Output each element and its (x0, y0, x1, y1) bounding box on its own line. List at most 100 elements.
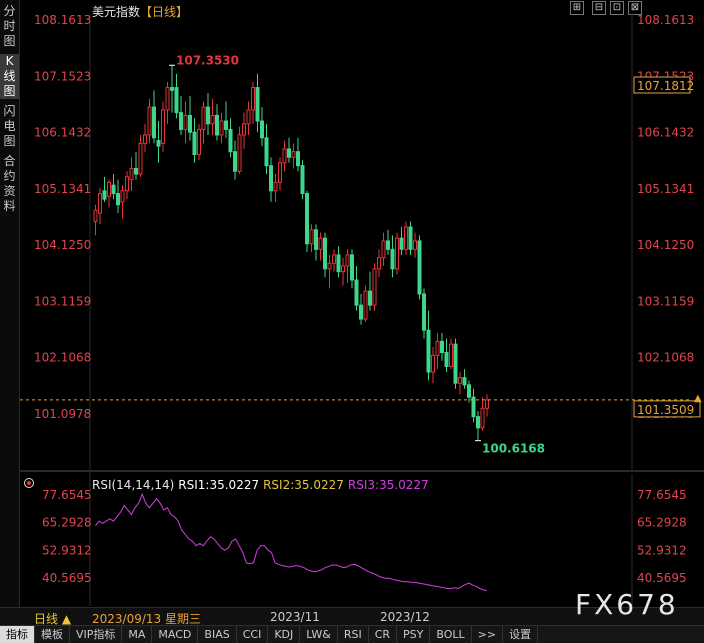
candle-body (305, 193, 309, 245)
tab-cr[interactable]: CR (369, 626, 398, 643)
candle-body (134, 167, 138, 175)
candle (219, 112, 224, 144)
tab-vip-indicators[interactable]: VIP指标 (70, 626, 123, 643)
candle (183, 101, 188, 144)
candle (134, 151, 138, 180)
candle-body (224, 120, 228, 130)
candle-body (278, 162, 282, 183)
candle (431, 346, 435, 384)
candle-body (179, 112, 183, 130)
candle (318, 232, 323, 261)
y-tick-label: 103.1159 (34, 294, 91, 308)
y-tick-label: 102.1068 (637, 351, 694, 365)
tab-bias[interactable]: BIAS (198, 626, 237, 643)
candle-body (188, 114, 192, 133)
tab-macd[interactable]: MACD (152, 626, 199, 643)
y-tick-label: 104.1250 (637, 238, 694, 252)
candle (350, 249, 354, 289)
candle-body (426, 329, 431, 373)
candle-body (233, 151, 237, 172)
candle-body (143, 134, 147, 144)
candle (165, 81, 170, 124)
candle-body (237, 134, 242, 172)
candle-body (192, 131, 197, 156)
candle (233, 140, 237, 180)
candle (188, 95, 192, 141)
candle (467, 380, 471, 403)
y-tick-label: 104.1250 (34, 238, 91, 252)
candle-body (264, 137, 269, 167)
candle-body (197, 128, 201, 156)
tab-lw[interactable]: LW& (300, 626, 338, 643)
indicator-settings-icon[interactable] (24, 478, 34, 488)
candle (422, 288, 426, 339)
candle (228, 118, 233, 158)
tab-rsi[interactable]: RSI (338, 626, 369, 643)
candle-body (296, 151, 300, 167)
candle-body (395, 237, 399, 270)
tab-psy[interactable]: PSY (397, 626, 431, 643)
candle-body (350, 254, 354, 281)
candle (336, 246, 341, 278)
candle-body (381, 240, 386, 259)
candle (264, 123, 269, 175)
candle (206, 93, 210, 135)
price-chart[interactable]: 108.1613 107.1523 106.1432 105.1341 104.1250… (0, 0, 704, 607)
candle (192, 118, 197, 163)
candle (291, 143, 296, 169)
tab-template[interactable]: 模板 (35, 626, 70, 643)
last-price-arrow-icon: ▲ (694, 393, 702, 404)
rsi3-value: RSI3:35.0227 (347, 478, 429, 492)
candle (386, 229, 390, 255)
tab-cci[interactable]: CCI (237, 626, 269, 643)
candle-body (422, 293, 426, 331)
candle (372, 263, 377, 311)
candle (174, 73, 179, 119)
y-tick-label: 103.1159 (637, 294, 694, 308)
candle-body (368, 290, 372, 306)
candle (435, 332, 440, 370)
candle (273, 174, 278, 202)
rsi-line (95, 492, 488, 591)
candle-body (467, 384, 471, 398)
tab-more[interactable]: >> (472, 626, 504, 643)
y-tick-label: 105.1341 (637, 182, 694, 196)
rsi-tick-label: 65.2928 (637, 516, 687, 530)
candle (282, 140, 287, 172)
tab-ma[interactable]: MA (122, 626, 153, 643)
candle (417, 235, 422, 300)
candle-body (120, 190, 125, 203)
candle (390, 235, 395, 278)
candle (260, 107, 264, 147)
candle-body (444, 352, 449, 367)
tab-kdj[interactable]: KDJ (268, 626, 301, 643)
candle-body (287, 148, 291, 158)
candle-body (210, 114, 215, 125)
candle (480, 397, 485, 431)
candle (224, 101, 228, 138)
candle (345, 249, 350, 283)
candle-body (291, 151, 296, 158)
tab-boll[interactable]: BOLL (430, 626, 472, 643)
month-label: 2023/12 (380, 610, 430, 624)
candle-body (111, 184, 116, 195)
candle (111, 174, 116, 200)
candle-body (327, 262, 332, 270)
candle (476, 411, 480, 441)
candle (143, 123, 147, 152)
candle (255, 73, 260, 133)
candle (156, 121, 161, 163)
candle-body (273, 181, 278, 192)
candle-body (404, 226, 408, 250)
candle (98, 187, 102, 225)
candle-body (228, 128, 233, 153)
tab-settings[interactable]: 设置 (503, 626, 539, 643)
candle (368, 271, 372, 311)
candle (462, 369, 467, 389)
candle (152, 90, 156, 144)
tab-indicators[interactable]: 指标 (0, 626, 35, 643)
candle-body (462, 377, 467, 386)
candle-body (435, 340, 440, 356)
watermark: FX678 (575, 588, 679, 621)
y-tick-label: 102.1068 (34, 351, 91, 365)
